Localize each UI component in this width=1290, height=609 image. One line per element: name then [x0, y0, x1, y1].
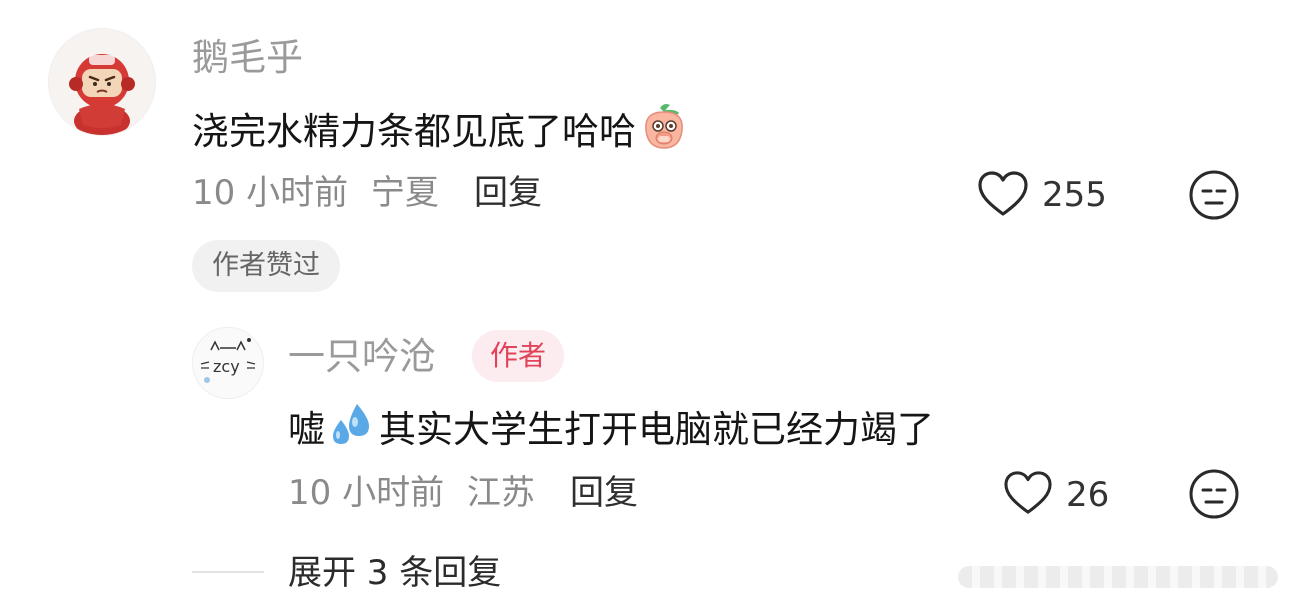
svg-text:zcy: zcy: [213, 357, 240, 376]
comment-text: 浇完水精力条都见底了哈哈: [192, 100, 690, 163]
reply-text-prefix: 嘘: [288, 407, 325, 451]
author-badge: 作者: [472, 330, 565, 382]
reply-location: 江苏: [466, 473, 535, 513]
heart-icon: [1004, 471, 1052, 514]
comment-like-count: 255: [1042, 175, 1107, 215]
reply-like-count: 26: [1066, 475, 1110, 515]
watermark-blur: [958, 566, 1278, 588]
reply-like-button[interactable]: [1002, 470, 1054, 516]
expand-replies-button[interactable]: 展开 3 条回复: [288, 552, 501, 594]
comment-reply-button[interactable]: 回复: [474, 172, 542, 214]
sweat-droplets-emoji-icon: [327, 400, 377, 459]
zcy-cat-doodle-avatar-icon: zcy: [193, 328, 263, 398]
unamused-face-icon: [1189, 469, 1239, 519]
avatar[interactable]: [48, 28, 156, 136]
reply-reply-button[interactable]: 回复: [570, 472, 638, 514]
reply-dislike-button[interactable]: [1188, 468, 1240, 520]
comment-text-content: 浇完水精力条都见底了哈哈: [192, 109, 636, 153]
comment-username[interactable]: 鹅毛乎: [192, 36, 303, 80]
comment-like-button[interactable]: [976, 170, 1030, 218]
reply-meta: 10 小时前 江苏: [288, 472, 535, 514]
peach-face-emoji-icon: [638, 100, 690, 163]
comment-meta: 10 小时前 宁夏: [192, 172, 439, 214]
comment-location: 宁夏: [370, 173, 439, 213]
reply-text-content: 其实大学生打开电脑就已经力竭了: [379, 407, 934, 451]
reply-text: 嘘 其实大学生打开电脑就已经力竭了: [288, 400, 934, 459]
comment-dislike-button[interactable]: [1188, 169, 1240, 221]
reply-avatar[interactable]: zcy: [192, 327, 264, 399]
expand-divider: [192, 571, 264, 573]
comment-time: 10 小时前: [192, 173, 349, 213]
reply-time: 10 小时前: [288, 473, 445, 513]
heart-icon: [978, 171, 1028, 216]
cartoon-character-avatar-icon: [49, 29, 155, 135]
reply-username[interactable]: 一只吟沧: [288, 335, 436, 379]
unamused-face-icon: [1189, 170, 1239, 220]
author-liked-badge: 作者赞过: [192, 240, 340, 292]
